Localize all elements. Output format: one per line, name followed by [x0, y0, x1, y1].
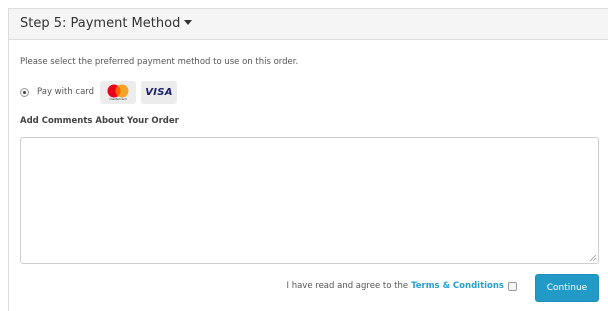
panel-title[interactable]: Step 5: Payment Method [20, 16, 180, 31]
terms-link[interactable]: Terms & Conditions [411, 281, 504, 291]
mastercard-icon: mastercard [100, 80, 137, 104]
comments-textarea[interactable] [20, 137, 599, 264]
terms-checkbox[interactable] [508, 281, 517, 291]
panel-heading[interactable]: Step 5: Payment Method [9, 9, 608, 40]
terms-agreement: I have read and agree to the Terms & Con… [286, 281, 517, 291]
comments-label: Add Comments About Your Order [20, 116, 179, 126]
mastercard-logo: mastercard [107, 84, 129, 101]
pay-with-card-radio[interactable] [20, 87, 29, 97]
visa-icon: VISA [141, 80, 178, 104]
resize-grip-icon[interactable] [588, 253, 597, 262]
mastercard-wordmark: mastercard [110, 97, 127, 101]
pay-with-card-label[interactable]: Pay with card [37, 87, 94, 97]
continue-button[interactable]: Continue [535, 274, 599, 302]
payment-intro-text: Please select the preferred payment meth… [20, 57, 299, 67]
visa-wordmark: VISA [145, 86, 173, 98]
caret-down-icon[interactable] [184, 20, 193, 25]
pay-with-card-option[interactable]: Pay with card mastercard VISA [20, 80, 182, 104]
payment-method-panel: Step 5: Payment Method Please select the… [8, 8, 608, 311]
terms-text: I have read and agree to the [286, 281, 409, 291]
